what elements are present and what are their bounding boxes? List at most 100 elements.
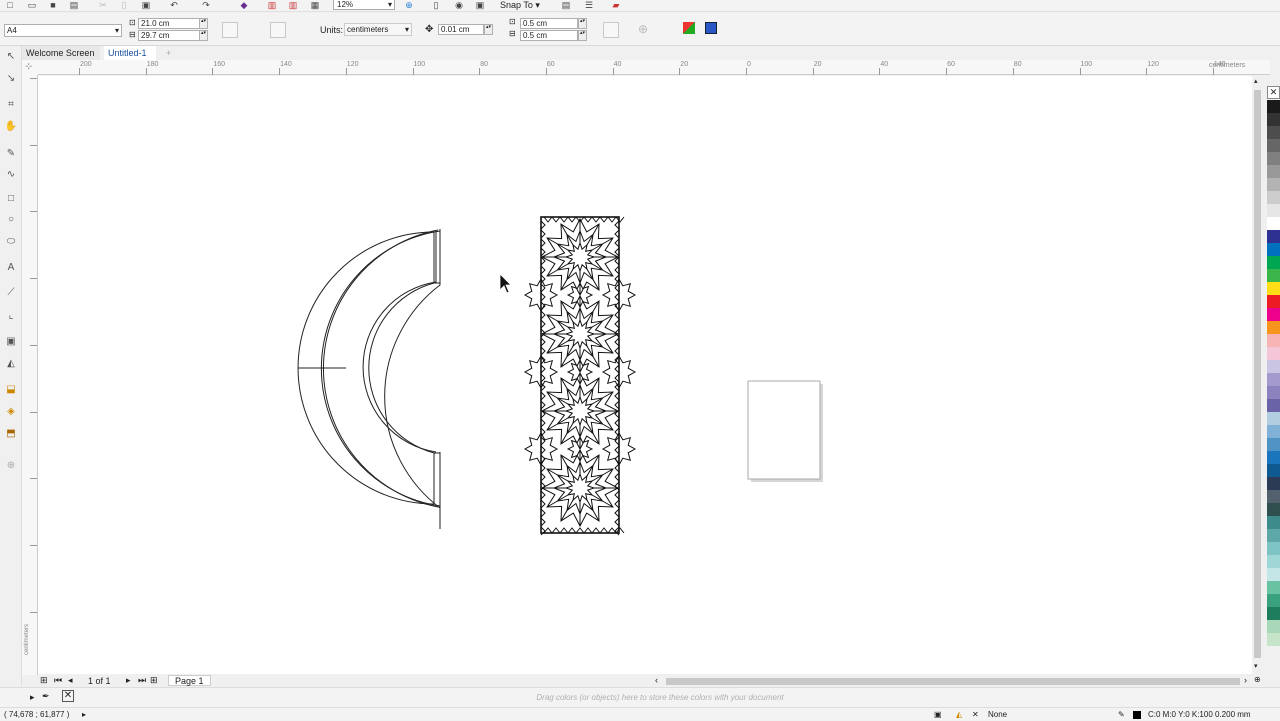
rectangle-tool-icon[interactable]: □	[4, 192, 18, 206]
palette-swatch[interactable]	[1267, 269, 1280, 282]
palette-swatch[interactable]	[1267, 425, 1280, 438]
palette-swatch[interactable]	[1267, 503, 1280, 516]
show-rulers-icon[interactable]: ◉	[453, 0, 465, 10]
polygon-tool-icon[interactable]: ⬭	[4, 235, 18, 249]
page-height-field[interactable]: 29.7 cm	[138, 30, 200, 41]
import-icon[interactable]: ▥	[266, 0, 278, 10]
connector-tool-icon[interactable]: ⌞	[4, 309, 18, 323]
scroll-right-icon[interactable]: ›	[1244, 675, 1247, 685]
text-tool-icon[interactable]: A	[4, 261, 18, 275]
palette-swatch[interactable]	[1267, 308, 1280, 321]
artistic-media-icon[interactable]: ∿	[4, 168, 18, 182]
page-width-field[interactable]: 21.0 cm	[138, 18, 200, 29]
horizontal-ruler[interactable]: 200 180 160 140 120 100 80 60 40 20 0 20 40 60 80 100 12…	[38, 60, 1270, 75]
no-color-swatch[interactable]: ✕	[1267, 86, 1280, 99]
palette-swatch[interactable]	[1267, 555, 1280, 568]
palette-swatch[interactable]	[1267, 607, 1280, 620]
search-content-icon[interactable]: ◆	[238, 0, 250, 10]
palette-swatch[interactable]	[1267, 516, 1280, 529]
shape-tool-icon[interactable]: ↘	[4, 72, 18, 86]
palette-swatch[interactable]	[1267, 620, 1280, 633]
drawing-canvas[interactable]	[38, 76, 1252, 674]
palette-swatch[interactable]	[1267, 217, 1280, 230]
page-tab[interactable]: Page 1	[168, 675, 211, 686]
palette-swatch[interactable]	[1267, 581, 1280, 594]
add-preset-icon[interactable]: ⊕	[638, 22, 648, 36]
launch-icon[interactable]: ▰ ▾	[610, 0, 622, 20]
palette-swatch[interactable]	[1267, 412, 1280, 425]
vertical-scroll-thumb[interactable]	[1254, 90, 1261, 658]
color-styles-icon[interactable]	[705, 22, 717, 34]
palette-swatch[interactable]	[1267, 477, 1280, 490]
palette-swatch[interactable]	[1267, 282, 1280, 295]
palette-swatch[interactable]	[1267, 334, 1280, 347]
horizontal-scroll-thumb[interactable]	[666, 678, 1240, 685]
nudge-distance-field[interactable]: 0.01 cm	[438, 24, 484, 35]
application-launcher-icon[interactable]: ☰	[583, 0, 595, 10]
dup-x-stepper[interactable]: ▴▾	[578, 18, 587, 29]
scroll-up-icon[interactable]: ▴	[1254, 77, 1258, 85]
add-page-before-icon[interactable]: ⊞	[40, 675, 48, 686]
palette-swatch[interactable]	[1267, 490, 1280, 503]
palette-swatch[interactable]	[1267, 464, 1280, 477]
zoom-page-icon[interactable]: ⊕	[403, 0, 415, 10]
freehand-tool-icon[interactable]: ✎	[4, 147, 18, 161]
palette-swatch[interactable]	[1267, 542, 1280, 555]
height-stepper[interactable]: ▴▾	[199, 30, 208, 41]
palette-swatch[interactable]	[1267, 256, 1280, 269]
last-page-icon[interactable]: ⏭	[138, 675, 146, 686]
quick-customize-icon[interactable]: ⊕	[4, 459, 18, 473]
tab-untitled-1[interactable]: Untitled-1	[104, 46, 156, 60]
palette-swatch[interactable]	[1267, 451, 1280, 464]
palette-swatch[interactable]	[1267, 633, 1280, 646]
palette-swatch[interactable]	[1267, 204, 1280, 217]
units-select[interactable]: centimeters ▾	[344, 23, 412, 36]
color-proofing-icon[interactable]: ▣	[934, 708, 942, 721]
next-page-icon[interactable]: ▸	[126, 675, 131, 686]
palette-swatch[interactable]	[1267, 594, 1280, 607]
palette-swatch[interactable]	[1267, 386, 1280, 399]
export-icon[interactable]: ▥	[287, 0, 299, 10]
snap-to-menu[interactable]: Snap To ▾	[500, 0, 540, 10]
vertical-scrollbar[interactable]: ▴ ▾	[1252, 76, 1264, 674]
palette-swatch[interactable]	[1267, 243, 1280, 256]
pick-tool-icon[interactable]: ↖	[4, 50, 18, 64]
parallel-dimension-icon[interactable]: ⟋	[4, 286, 18, 300]
palette-swatch[interactable]	[1267, 347, 1280, 360]
crop-tool-icon[interactable]: ⌗	[4, 98, 18, 112]
current-page-button[interactable]	[291, 22, 307, 38]
publish-pdf-icon[interactable]: ▦	[309, 0, 321, 10]
horizontal-scrollbar[interactable]: ‹ › ⊕	[652, 675, 1264, 687]
palette-swatch[interactable]	[1267, 295, 1280, 308]
ruler-origin[interactable]: ⊹	[22, 60, 38, 75]
palette-swatch[interactable]	[1267, 113, 1280, 126]
full-screen-icon[interactable]: ▯	[430, 0, 442, 10]
fill-icon[interactable]: ◭	[956, 708, 962, 721]
new-tab-button[interactable]: +	[162, 46, 175, 60]
duplicate-distance-y-field[interactable]: 0.5 cm	[520, 30, 578, 41]
ellipse-tool-icon[interactable]: ○	[4, 213, 18, 227]
transparency-icon[interactable]: ◭	[4, 357, 18, 371]
duplicate-distance-x-field[interactable]: 0.5 cm	[520, 18, 578, 29]
redo-icon[interactable]: ↷	[200, 0, 212, 10]
portrait-button[interactable]	[222, 22, 238, 38]
show-grid-icon[interactable]: ▣	[474, 0, 486, 10]
new-document-icon[interactable]: □	[4, 0, 16, 10]
palette-swatch[interactable]	[1267, 230, 1280, 243]
paste-icon[interactable]: ▣	[140, 0, 152, 10]
zoom-navigator-icon[interactable]: ⊕	[1254, 675, 1261, 684]
palette-swatch[interactable]	[1267, 399, 1280, 412]
palette-swatch[interactable]	[1267, 100, 1280, 113]
eyedropper-icon[interactable]: ⬓	[4, 383, 18, 397]
palette-swatch[interactable]	[1267, 529, 1280, 542]
width-stepper[interactable]: ▴▾	[199, 18, 208, 29]
save-icon[interactable]: ■	[47, 0, 59, 10]
add-page-after-icon[interactable]: ⊞	[150, 675, 158, 686]
vertical-ruler[interactable]: centimeters	[22, 75, 38, 675]
print-icon[interactable]: ▤	[68, 0, 80, 10]
zoom-level-select[interactable]: 12% ▾	[333, 0, 395, 10]
palette-swatch[interactable]	[1267, 152, 1280, 165]
palette-swatch[interactable]	[1267, 191, 1280, 204]
prev-page-icon[interactable]: ◂	[68, 675, 73, 686]
open-icon[interactable]: ▭	[26, 0, 38, 10]
